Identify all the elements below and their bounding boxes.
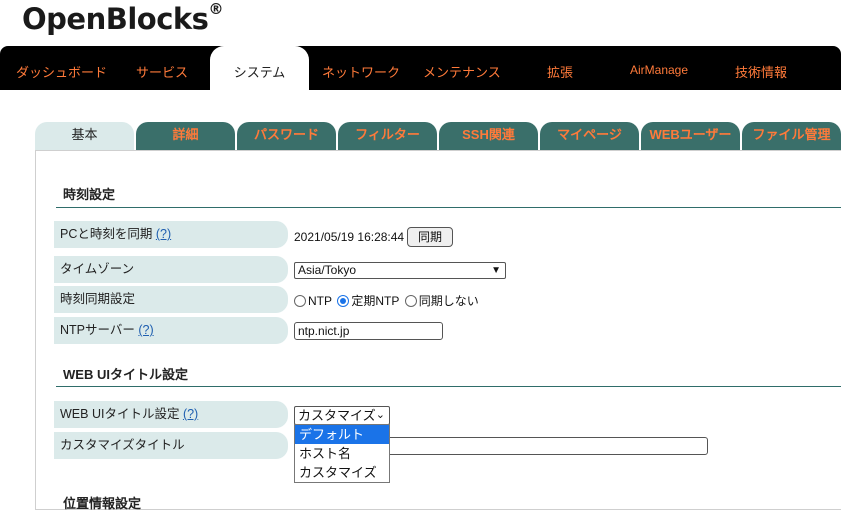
tab-password[interactable]: パスワード xyxy=(237,122,336,150)
title-mode-dropdown: デフォルト ホスト名 カスタマイズ xyxy=(294,424,390,483)
tab-file-management[interactable]: ファイル管理 xyxy=(742,122,841,150)
help-link[interactable]: (?) xyxy=(156,227,171,241)
radio-ntp[interactable] xyxy=(294,295,306,307)
nav-maintenance[interactable]: メンテナンス xyxy=(423,62,501,81)
label-timezone: タイムゾーン xyxy=(54,256,288,283)
timezone-select[interactable]: Asia/Tokyo ▼ xyxy=(294,262,506,279)
help-link[interactable]: (?) xyxy=(138,323,153,337)
help-link[interactable]: (?) xyxy=(183,407,198,421)
nav-services[interactable]: サービス xyxy=(136,62,188,81)
label-webui-title: WEB UIタイトル設定 (?) xyxy=(54,401,288,428)
current-time: 2021/05/19 16:28:44 xyxy=(294,230,405,244)
chevron-down-icon: ⌄ xyxy=(375,409,385,421)
section-title-location: 位置情報設定 xyxy=(63,496,142,511)
nav-dashboard[interactable]: ダッシュボード xyxy=(16,62,107,81)
label-pc-sync: PCと時刻を同期 (?) xyxy=(54,221,288,248)
tab-filter[interactable]: フィルター xyxy=(338,122,437,150)
sync-setting-radios: NTP 定期NTP 同期しない xyxy=(294,292,481,309)
sync-button[interactable]: 同期 xyxy=(407,227,454,247)
nav-extension[interactable]: 拡張 xyxy=(547,62,573,81)
nav-tech-info[interactable]: 技術情報 xyxy=(735,62,787,81)
option-hostname[interactable]: ホスト名 xyxy=(295,444,389,463)
openblocks-logo: OpenBlocks® xyxy=(22,0,223,36)
top-navigation: ダッシュボード サービス システム ネットワーク メンテナンス 拡張 AirMa… xyxy=(0,46,841,90)
ntp-server-input[interactable]: ntp.nict.jp xyxy=(294,322,443,340)
tab-basic[interactable]: 基本 xyxy=(35,122,134,150)
option-customize[interactable]: カスタマイズ xyxy=(295,463,389,482)
radio-periodic-ntp[interactable] xyxy=(337,295,350,307)
option-default[interactable]: デフォルト xyxy=(295,425,389,444)
label-custom-title: カスタマイズタイトル xyxy=(54,432,288,459)
tab-web-users[interactable]: WEBユーザー xyxy=(641,122,740,150)
title-mode-select[interactable]: カスタマイズ ⌄ xyxy=(294,406,390,425)
radio-no-sync[interactable] xyxy=(404,295,417,307)
nav-system[interactable]: システム xyxy=(210,46,309,90)
nav-network[interactable]: ネットワーク xyxy=(322,62,400,81)
section-divider xyxy=(56,386,841,387)
nav-airmanage[interactable]: AirManage xyxy=(630,63,688,77)
section-title-webui: WEB UIタイトル設定 xyxy=(63,367,188,382)
section-title-time: 時刻設定 xyxy=(63,187,116,202)
label-ntp-server: NTPサーバー (?) xyxy=(54,317,288,344)
section-divider xyxy=(56,207,841,208)
tab-mypage[interactable]: マイページ xyxy=(540,122,639,150)
label-sync-setting: 時刻同期設定 xyxy=(54,286,288,313)
tab-ssh[interactable]: SSH関連 xyxy=(439,122,538,150)
tab-detail[interactable]: 詳細 xyxy=(136,122,235,150)
chevron-down-icon: ▼ xyxy=(491,265,501,276)
